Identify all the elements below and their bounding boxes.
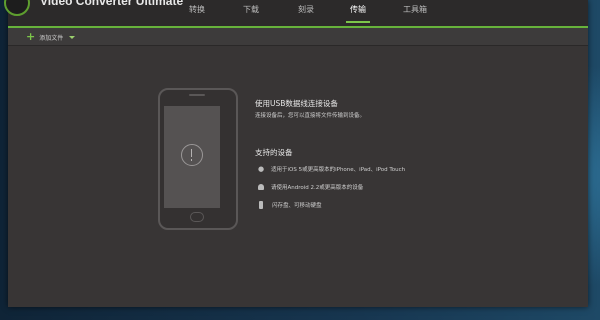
tab-toolbox[interactable]: 工具箱	[403, 3, 427, 23]
tab-burn[interactable]: 刻录	[298, 3, 314, 23]
app-title: Video Converter Ultimate	[40, 0, 184, 8]
phone-speaker	[189, 94, 205, 96]
app-logo-icon	[4, 0, 30, 16]
device-row-ios: ● 适用于iOS 5或更高版本的iPhone、iPad、iPod Touch	[255, 165, 405, 173]
tab-convert[interactable]: 转换	[189, 3, 205, 23]
chevron-down-icon[interactable]	[69, 35, 76, 39]
device-text-android: 请使用Android 2.2或更高版本的设备	[271, 185, 364, 191]
phone-illustration	[158, 88, 238, 230]
device-text-ios: 适用于iOS 5或更高版本的iPhone、iPad、iPod Touch	[271, 167, 406, 173]
supported-devices-heading: 支持的设备	[255, 148, 293, 157]
tab-transfer[interactable]: 传输	[346, 3, 370, 23]
plus-icon: +	[26, 30, 36, 43]
apple-icon: ●	[257, 165, 265, 173]
add-files-button[interactable]: + 添加文件	[26, 30, 76, 43]
usb-drive-icon	[259, 201, 263, 209]
connect-heading: 使用USB数据线连接设备	[255, 99, 338, 108]
alert-icon	[181, 144, 203, 166]
device-text-usb: 闪存盘、可移动硬盘	[272, 203, 322, 209]
app-window: Video Converter Ultimate 转换 下载 刻录 传输 工具箱…	[4, 0, 588, 307]
toolbar: + 添加文件	[8, 28, 588, 46]
connect-subtext: 连接设备后，您可以直接将文件传输到设备。	[255, 113, 366, 119]
title-bar: Video Converter Ultimate 转换 下载 刻录 传输 工具箱	[4, 0, 588, 28]
device-row-usb: 闪存盘、可移动硬盘	[255, 201, 322, 209]
phone-home-button	[190, 212, 204, 222]
tab-download[interactable]: 下载	[243, 3, 259, 23]
transfer-panel: 使用USB数据线连接设备 连接设备后，您可以直接将文件传输到设备。 支持的设备 …	[8, 46, 588, 307]
android-icon	[258, 184, 264, 190]
phone-screen	[164, 106, 220, 208]
device-row-android: 请使用Android 2.2或更高版本的设备	[255, 183, 363, 191]
add-files-label: 添加文件	[39, 34, 64, 42]
